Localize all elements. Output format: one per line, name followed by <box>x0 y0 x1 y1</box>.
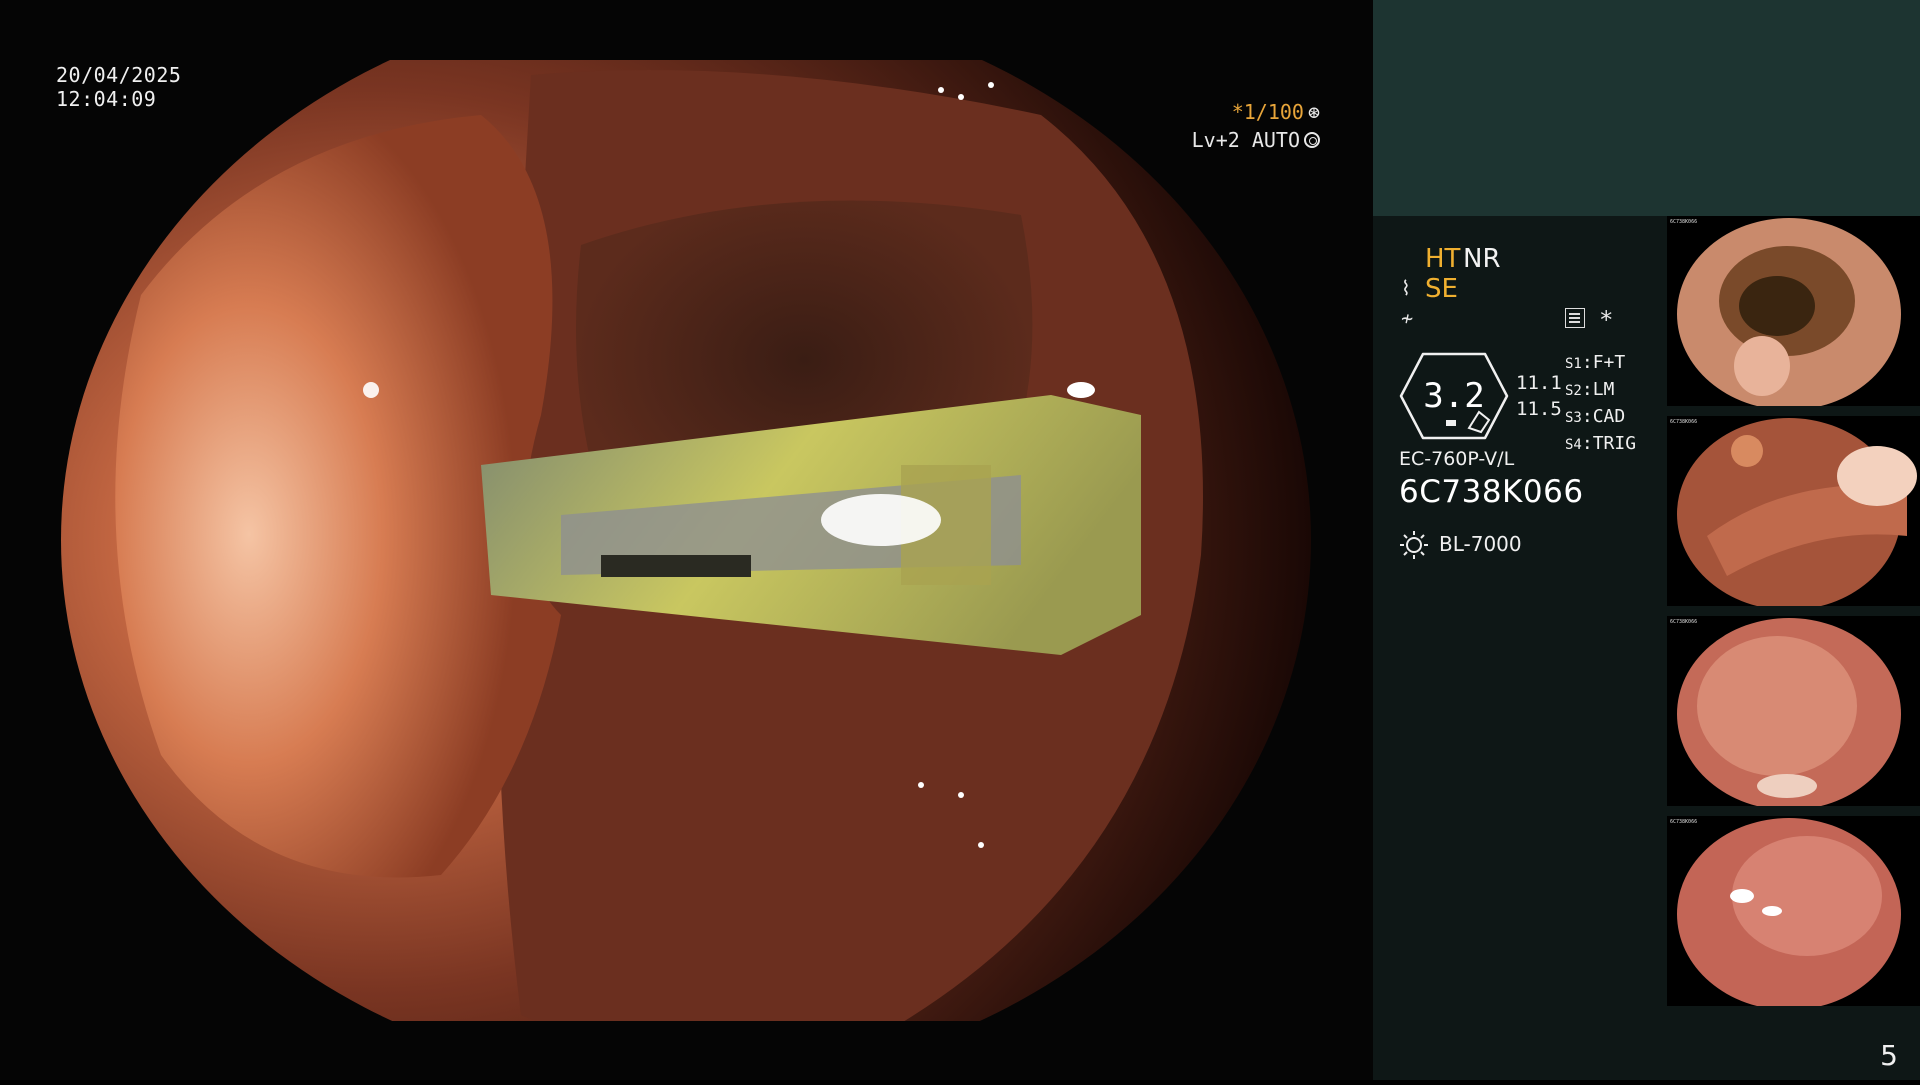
scope-serial: 6C738K066 <box>1399 474 1584 510</box>
thumbnail-image <box>1677 218 1901 406</box>
datetime-readout: 20/04/2025 12:04:09 <box>56 63 181 111</box>
asterisk-icon: * <box>1599 306 1614 334</box>
thumbnail-strip: 6C738K066 6C738K066 6C738K066 6C738K066 <box>1667 216 1920 1016</box>
scope-info: HT NR ⌇ SE ≁ * 3.2 11.1 11.5 S1:F+T S2:L… <box>1373 216 1663 1080</box>
switch-key: S2 <box>1565 383 1582 399</box>
memo-icon <box>1565 308 1585 328</box>
switch-assignments: S1:F+T S2:LM S3:CAD S4:TRIG <box>1565 350 1636 458</box>
switch-key: S1 <box>1565 356 1582 372</box>
thumbnail-3[interactable]: 6C738K066 <box>1667 616 1920 806</box>
panel-top-area <box>1373 0 1920 216</box>
thumbnail-label: 6C738K066 <box>1670 619 1698 625</box>
switch-row: S1:F+T <box>1565 352 1626 373</box>
magnification-value: 3.2 <box>1423 376 1485 416</box>
function-icon: ≁ <box>1401 306 1414 330</box>
light-source-icon <box>1400 531 1428 559</box>
thumbnail-image <box>1677 818 1901 1006</box>
level-text: Lv+2 AUTO <box>1191 128 1300 152</box>
info-panel: HT NR ⌇ SE ≁ * 3.2 11.1 11.5 S1:F+T S2:L… <box>1373 0 1920 1080</box>
switch-row: S2:LM <box>1565 379 1615 400</box>
switch-key: S4 <box>1565 437 1582 453</box>
structure-enhance-icon: ⌇ <box>1401 276 1411 300</box>
time-text: 12:04:09 <box>56 87 157 111</box>
value-a: 11.1 <box>1516 372 1562 394</box>
value-b: 11.5 <box>1516 398 1562 420</box>
thumbnail-2[interactable]: 6C738K066 <box>1667 416 1920 606</box>
thumbnail-label: 6C738K066 <box>1670 219 1698 225</box>
shutter-row: *1/100 ⊛ <box>1150 98 1320 126</box>
exposure-readout: *1/100 ⊛ Lv+2 AUTO <box>1150 98 1320 154</box>
level-row: Lv+2 AUTO <box>1150 126 1320 154</box>
scope-model: EC-760P-V/L <box>1399 448 1515 470</box>
endoscope-main-view: 20/04/2025 12:04:09 *1/100 ⊛ Lv+2 AUTO <box>0 0 1373 1080</box>
thumbnail-label: 6C738K066 <box>1670 419 1698 425</box>
endoscopic-image <box>61 60 1311 1021</box>
switch-value: TRIG <box>1592 433 1637 454</box>
switch-value: LM <box>1592 379 1615 400</box>
switch-key: S3 <box>1565 410 1582 426</box>
page-number: 5 <box>1880 1039 1898 1072</box>
thumbnail-4[interactable]: 6C738K066 <box>1667 816 1920 1006</box>
date-text: 20/04/2025 <box>56 63 182 87</box>
switch-value: F+T <box>1592 352 1626 373</box>
light-source-label: BL-7000 <box>1439 532 1522 556</box>
thumbnail-1[interactable]: 6C738K066 <box>1667 216 1920 406</box>
switch-value: CAD <box>1592 406 1626 427</box>
switch-row: S4:TRIG <box>1565 433 1637 454</box>
switch-row: S3:CAD <box>1565 406 1626 427</box>
ht-indicator: HT <box>1425 244 1461 274</box>
colon-lumen-image <box>61 60 1311 1021</box>
thumbnail-image <box>1677 418 1917 606</box>
thumbnail-label: 6C738K066 <box>1670 819 1698 825</box>
se-indicator: SE <box>1425 274 1458 304</box>
shutter-text: *1/100 <box>1231 100 1304 124</box>
aperture-icon: ⊛ <box>1307 100 1320 124</box>
thumbnail-image <box>1677 618 1901 806</box>
auto-icon <box>1304 132 1320 148</box>
nr-indicator: NR <box>1463 244 1501 274</box>
